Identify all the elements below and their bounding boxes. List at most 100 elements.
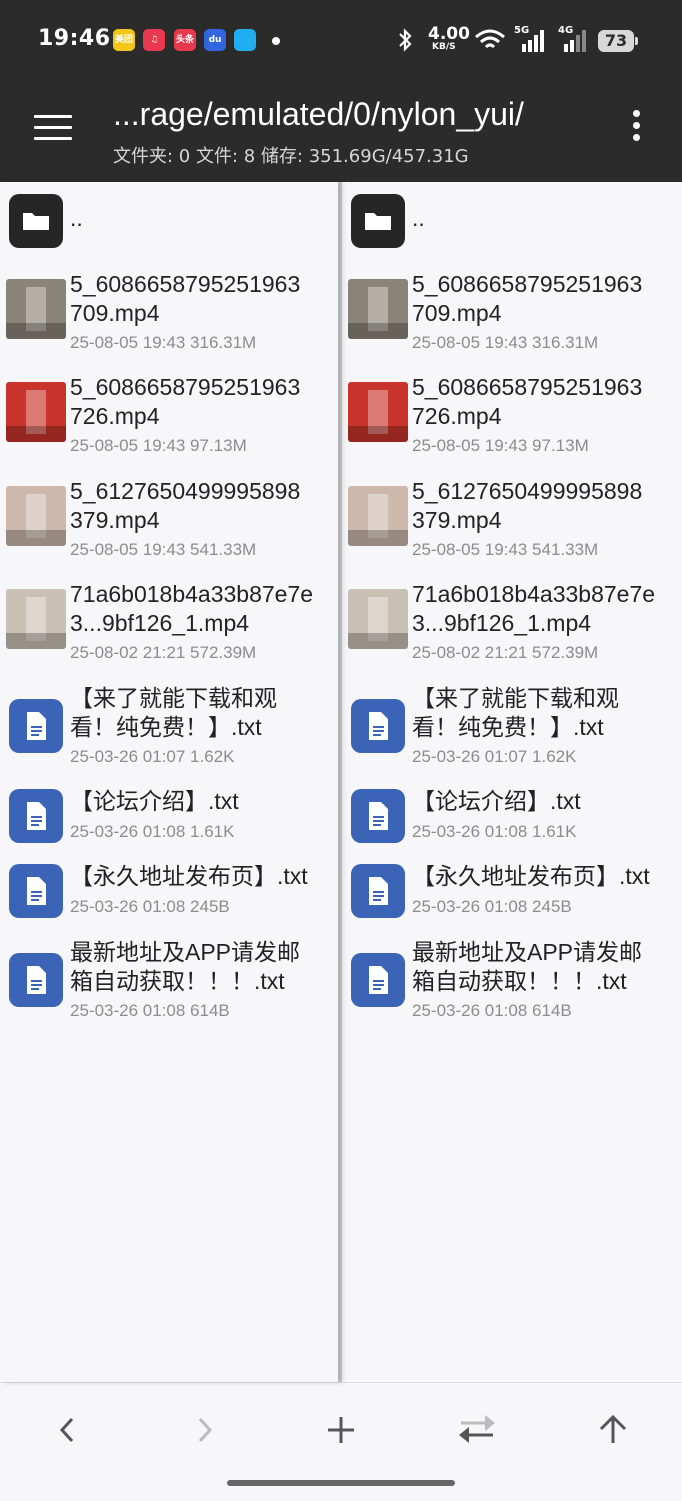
- forward-button[interactable]: [174, 1405, 234, 1455]
- file-name-line-1: 最新地址及APP请发邮: [412, 939, 643, 965]
- text-file-icon-box: [351, 699, 405, 753]
- text-file-icon-box: [9, 953, 63, 1007]
- current-path: ...rage/emulated/0/nylon_yui/: [113, 96, 524, 132]
- document-icon: [27, 877, 46, 905]
- document-icon: [369, 877, 388, 905]
- video-file-row[interactable]: 5_6127650499995898 379.mp4 25-08-05 19:43 …: [342, 477, 682, 567]
- document-icon: [369, 966, 388, 994]
- text-file-row[interactable]: 【来了就能下载和观 看！纯免费！】.txt 25-03-26 01:07 1.62K: [0, 684, 338, 774]
- video-file-row[interactable]: 5_6086658795251963 726.mp4 25-08-05 19:43 …: [342, 373, 682, 463]
- forward-icon: [198, 1417, 213, 1443]
- video-thumbnail: [6, 279, 66, 339]
- bluetooth-icon: [399, 28, 412, 52]
- file-name-line-2: 箱自动获取！！！.txt: [412, 968, 627, 994]
- meituan-icon: 美团: [113, 29, 135, 51]
- file-name-line-2: 看！纯免费！】.txt: [412, 714, 604, 740]
- swap-panes-button[interactable]: [447, 1405, 507, 1455]
- file-meta: 25-08-05 19:43 541.33M: [70, 540, 257, 559]
- text-file-icon-box: [9, 864, 63, 918]
- file-meta: 25-08-05 19:43 316.31M: [70, 333, 257, 352]
- text-file-icon-box: [351, 789, 405, 843]
- file-name-line-2: 379.mp4: [412, 507, 502, 533]
- file-name-line-2: 看！纯免费！】.txt: [70, 714, 262, 740]
- text-file-row[interactable]: 最新地址及APP请发邮 箱自动获取！！！.txt 25-03-26 01:08 61…: [0, 938, 338, 1028]
- qq-icon: [234, 29, 256, 51]
- video-file-row[interactable]: 71a6b018b4a33b87e7e 3...9bf126_1.mp4 25-08…: [0, 580, 338, 670]
- battery-indicator: 73: [598, 30, 638, 52]
- folder-icon-box: [351, 194, 405, 248]
- pane-divider[interactable]: [338, 182, 342, 1382]
- right-file-pane: .. 5_6086658795251963 709.mp4 25-08-05 19:4…: [342, 182, 682, 1382]
- file-meta: 25-03-26 01:08 614B: [412, 1001, 572, 1020]
- file-name-line-1: 【永久地址发布页】.txt: [412, 863, 650, 889]
- storage-summary: 文件夹: 0 文件: 8 储存: 351.69G/457.31G: [113, 146, 469, 167]
- wifi-icon: [475, 29, 505, 49]
- folder-icon-box: [9, 194, 63, 248]
- menu-icon[interactable]: [34, 115, 72, 143]
- document-icon: [27, 802, 46, 830]
- file-meta: 25-08-05 19:43 97.13M: [412, 436, 589, 455]
- video-thumbnail: [6, 382, 66, 442]
- file-meta: 25-08-02 21:21 572.39M: [70, 643, 257, 662]
- file-name-line-2: 379.mp4: [70, 507, 160, 533]
- file-name-line-2: 3...9bf126_1.mp4: [70, 610, 250, 636]
- app-header: 19:46 美团 ♫ 头条 du 4.00 KB/S 5G 4G 73 ...rage…: [0, 0, 682, 182]
- video-file-row[interactable]: 5_6127650499995898 379.mp4 25-08-05 19:43 …: [0, 477, 338, 567]
- video-file-row[interactable]: 5_6086658795251963 726.mp4 25-08-05 19:43 …: [0, 373, 338, 463]
- baidu-icon: du: [204, 29, 226, 51]
- file-meta: 25-03-26 01:08 614B: [70, 1001, 230, 1020]
- document-icon: [369, 712, 388, 740]
- file-name-line-1: 71a6b018b4a33b87e7e: [412, 581, 656, 607]
- back-icon: [59, 1417, 74, 1443]
- parent-directory-row[interactable]: ..: [342, 192, 682, 252]
- folder-icon: [365, 213, 391, 230]
- more-options-icon[interactable]: [624, 110, 648, 148]
- parent-directory-label: ..: [70, 205, 83, 231]
- net-speed-unit: KB/S: [432, 42, 456, 52]
- file-name-line-1: 【来了就能下载和观: [70, 685, 277, 711]
- file-name-line-1: 5_6086658795251963: [70, 271, 301, 297]
- text-file-icon-box: [351, 953, 405, 1007]
- file-meta: 25-03-26 01:08 245B: [412, 897, 572, 916]
- file-meta: 25-03-26 01:07 1.62K: [412, 747, 577, 766]
- file-name-line-2: 箱自动获取！！！.txt: [70, 968, 285, 994]
- video-thumbnail: [348, 589, 408, 649]
- file-meta: 25-08-05 19:43 97.13M: [70, 436, 247, 455]
- file-name-line-1: 5_6086658795251963: [70, 374, 301, 400]
- file-name-line-1: 5_6127650499995898: [70, 478, 301, 504]
- text-file-row[interactable]: 最新地址及APP请发邮 箱自动获取！！！.txt 25-03-26 01:08 61…: [342, 938, 682, 1028]
- video-file-row[interactable]: 5_6086658795251963 709.mp4 25-08-05 19:43 …: [0, 270, 338, 360]
- video-file-row[interactable]: 5_6086658795251963 709.mp4 25-08-05 19:43 …: [342, 270, 682, 360]
- text-file-row[interactable]: 【来了就能下载和观 看！纯免费！】.txt 25-03-26 01:07 1.62K: [342, 684, 682, 774]
- file-name-line-1: 5_6086658795251963: [412, 271, 643, 297]
- parent-directory-button[interactable]: [583, 1405, 643, 1455]
- parent-directory-label: ..: [412, 205, 425, 231]
- text-file-icon-box: [9, 699, 63, 753]
- document-icon: [27, 966, 46, 994]
- folder-icon: [23, 213, 49, 230]
- file-name-line-1: 5_6086658795251963: [412, 374, 643, 400]
- left-file-pane: .. 5_6086658795251963 709.mp4 25-08-05 19:4…: [0, 182, 338, 1382]
- file-meta: 25-03-26 01:08 1.61K: [412, 822, 577, 841]
- back-button[interactable]: [38, 1405, 98, 1455]
- text-file-icon-box: [9, 789, 63, 843]
- file-name-line-2: 3...9bf126_1.mp4: [412, 610, 592, 636]
- signal-icon-1: [522, 30, 544, 52]
- parent-directory-row[interactable]: ..: [0, 192, 338, 252]
- swap-icon: [459, 1415, 495, 1443]
- file-name-line-2: 709.mp4: [412, 300, 502, 326]
- video-file-row[interactable]: 71a6b018b4a33b87e7e 3...9bf126_1.mp4 25-08…: [342, 580, 682, 670]
- notification-dot: [272, 37, 280, 45]
- file-meta: 25-08-05 19:43 316.31M: [412, 333, 599, 352]
- status-bar: 19:46 美团 ♫ 头条 du 4.00 KB/S 5G 4G 73: [0, 0, 682, 80]
- add-button[interactable]: [311, 1405, 371, 1455]
- document-icon: [27, 712, 46, 740]
- net-speed: 4.00: [428, 24, 470, 44]
- add-icon: [328, 1417, 354, 1443]
- video-thumbnail: [348, 486, 408, 546]
- status-time: 19:46: [38, 26, 111, 51]
- file-meta: 25-03-26 01:08 245B: [70, 897, 230, 916]
- file-meta: 25-03-26 01:08 1.61K: [70, 822, 235, 841]
- home-indicator[interactable]: [227, 1480, 455, 1486]
- file-name-line-1: 【论坛介绍】.txt: [412, 788, 581, 814]
